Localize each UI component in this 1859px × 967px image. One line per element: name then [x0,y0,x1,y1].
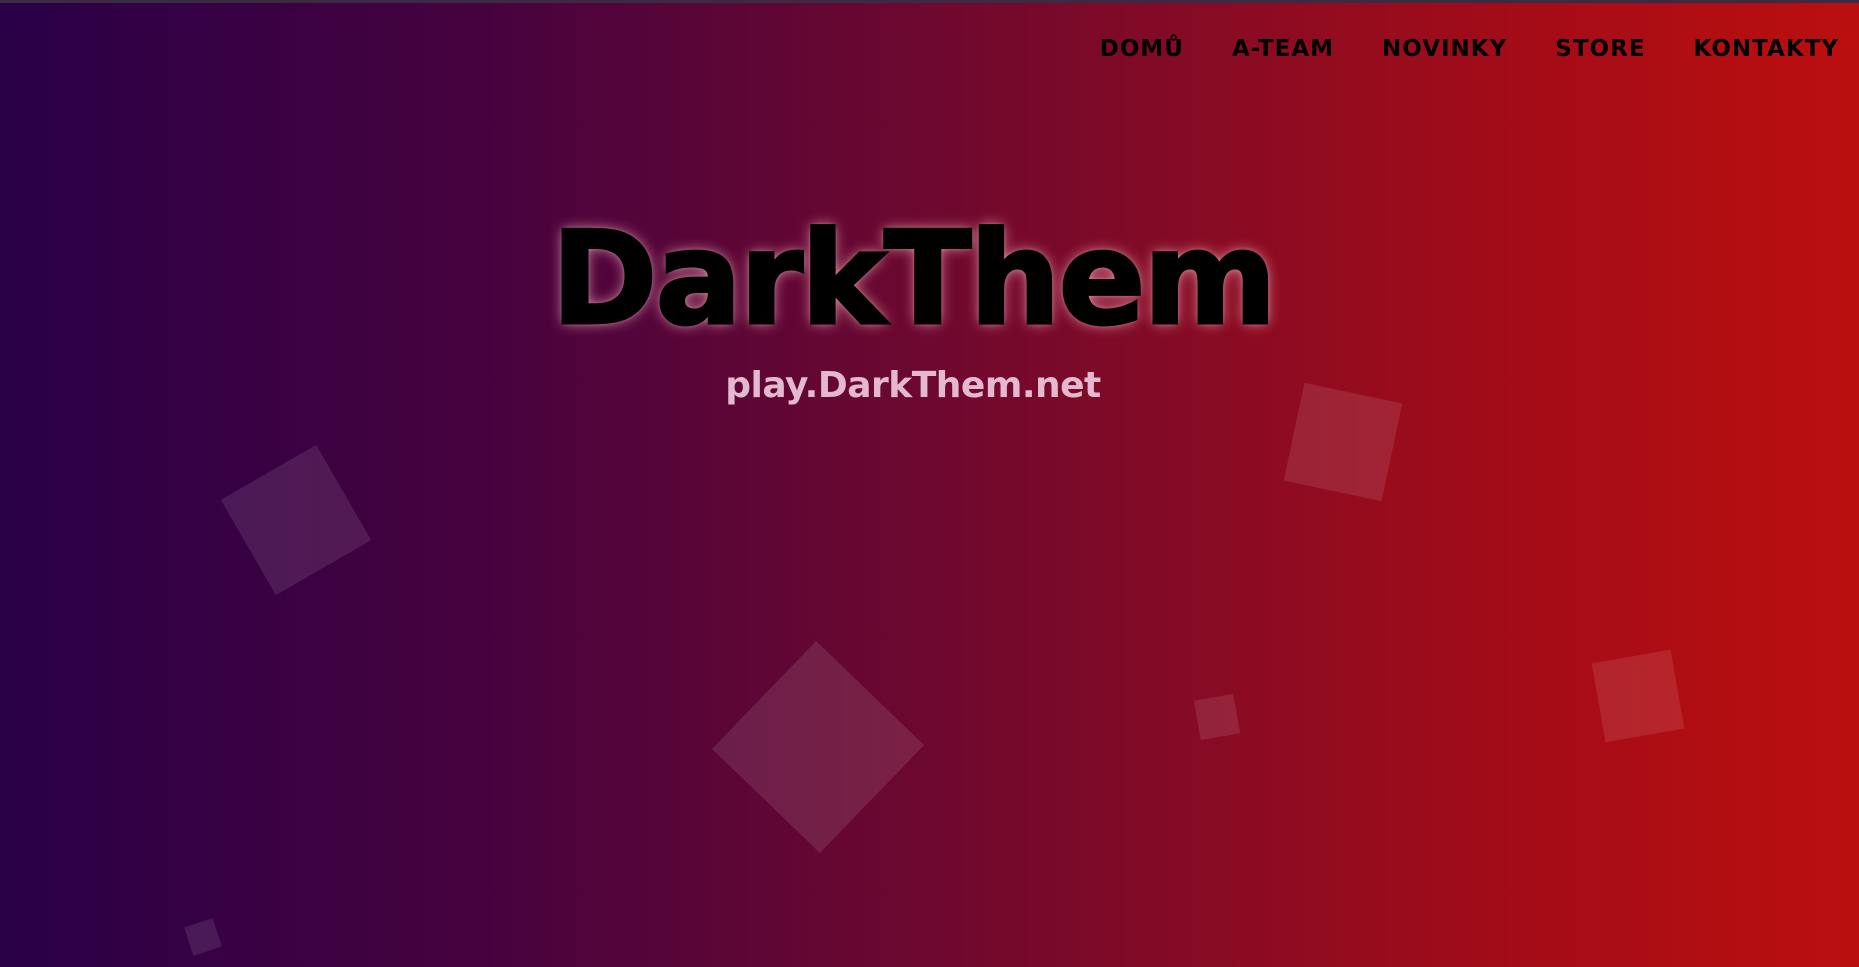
nav-item-novinky[interactable]: NOVINKY [1382,36,1507,62]
nav-item-store[interactable]: STORE [1555,36,1645,62]
site-title: DarkThem [550,204,1279,356]
decorative-square [220,444,372,596]
decorative-square [184,918,222,956]
nav-item-a-team[interactable]: A-TEAM [1232,36,1334,62]
decorative-square [1591,649,1685,743]
nav-item-kontakty[interactable]: KONTAKTY [1694,36,1839,62]
server-address: play.DarkThem.net [725,365,1101,406]
decorative-square [711,640,925,854]
main-nav: DOMŮ A-TEAM NOVINKY STORE KONTAKTY [1052,36,1839,62]
decorative-square [1193,693,1241,741]
hero-section: DOMŮ A-TEAM NOVINKY STORE KONTAKTY DarkT… [0,0,1859,967]
nav-item-domu[interactable]: DOMŮ [1100,36,1184,62]
top-border [0,0,1859,3]
